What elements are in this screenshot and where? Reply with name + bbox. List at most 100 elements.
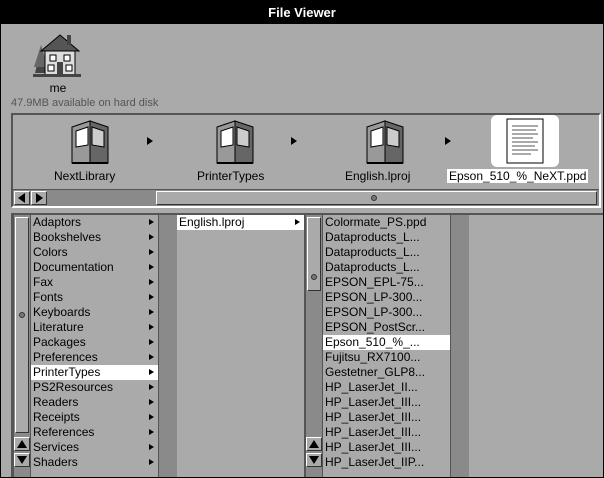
- path-arrow-icon: [445, 137, 451, 145]
- list-item[interactable]: Colormate_PS.ppd: [323, 215, 450, 230]
- shelf-scroll-knob[interactable]: [156, 191, 597, 205]
- list-item-label: PrinterTypes: [33, 365, 101, 379]
- window-title[interactable]: File Viewer: [1, 1, 603, 24]
- list-item-label: Readers: [33, 395, 79, 409]
- list-item[interactable]: Preferences: [31, 350, 158, 365]
- document-icon: [506, 118, 544, 164]
- branch-arrow-icon: [149, 399, 154, 405]
- branch-arrow-icon: [149, 429, 154, 435]
- list-item[interactable]: EPSON_EPL-75...: [323, 275, 450, 290]
- home-house-icon[interactable]: [31, 29, 83, 79]
- list-item[interactable]: HP_LaserJet_III...: [323, 440, 450, 455]
- list-item-label: Colors: [33, 245, 68, 259]
- knob-dimple-icon: [371, 195, 377, 201]
- list-item-label: References: [33, 425, 95, 439]
- list-item[interactable]: Fax: [31, 275, 158, 290]
- list-item[interactable]: Bookshelves: [31, 230, 158, 245]
- scroll-up-button[interactable]: [306, 437, 322, 451]
- list-item[interactable]: Dataproducts_L...: [323, 260, 450, 275]
- arrow-left-icon: [18, 193, 25, 203]
- list-item-label: Services: [33, 440, 80, 454]
- branch-arrow-icon: [149, 339, 154, 345]
- column-1-list: Adaptors Bookshelves Colors Documentatio…: [31, 215, 159, 477]
- list-item[interactable]: Literature: [31, 320, 158, 335]
- branch-arrow-icon: [149, 369, 154, 375]
- list-item[interactable]: Adaptors: [31, 215, 158, 230]
- list-item[interactable]: HP_LaserJet_III...: [323, 395, 450, 410]
- list-item[interactable]: Fujitsu_RX7100...: [323, 350, 450, 365]
- file-viewer-window: File Viewer me 47.9MB available on hard …: [0, 0, 604, 478]
- list-item[interactable]: EPSON_PostScr...: [323, 320, 450, 335]
- list-item[interactable]: PS2Resources: [31, 380, 158, 395]
- branch-arrow-icon: [149, 294, 154, 300]
- disk-space-info: 47.9MB available on hard disk: [11, 97, 159, 109]
- arrow-right-icon: [36, 193, 43, 203]
- arrow-up-icon: [309, 440, 319, 448]
- list-item-selected[interactable]: PrinterTypes: [31, 365, 158, 380]
- list-item[interactable]: Documentation: [31, 260, 158, 275]
- knob-dimple-icon: [311, 274, 317, 280]
- home-label: me: [49, 81, 67, 95]
- list-item[interactable]: HP_LaserJet_IIP...: [323, 455, 450, 470]
- list-item[interactable]: Dataproducts_L...: [323, 245, 450, 260]
- column-3-scroll-knob[interactable]: [307, 217, 321, 291]
- knob-dimple-icon: [19, 312, 25, 318]
- list-item[interactable]: Colors: [31, 245, 158, 260]
- column-3-scrollbar[interactable]: [305, 215, 323, 477]
- path-arrow-icon: [147, 137, 153, 145]
- list-item[interactable]: Keyboards: [31, 305, 158, 320]
- column-4-scrollbar[interactable]: [451, 215, 469, 477]
- list-item[interactable]: Packages: [31, 335, 158, 350]
- list-item-label: Packages: [33, 335, 86, 349]
- shelf-horizontal-scrollbar[interactable]: [13, 189, 599, 206]
- branch-arrow-icon: [149, 444, 154, 450]
- list-item[interactable]: References: [31, 425, 158, 440]
- folder-icon: [366, 120, 404, 164]
- list-item-label: Keyboards: [33, 305, 91, 319]
- scroll-left-button[interactable]: [14, 191, 30, 205]
- list-item-label: Preferences: [33, 350, 98, 364]
- scroll-up-button[interactable]: [14, 437, 30, 451]
- list-item[interactable]: Services: [31, 440, 158, 455]
- list-item[interactable]: Readers: [31, 395, 158, 410]
- branch-arrow-icon: [149, 324, 154, 330]
- list-item[interactable]: Receipts: [31, 410, 158, 425]
- list-item[interactable]: Dataproducts_L...: [323, 230, 450, 245]
- path-item-label: PrinterTypes: [197, 169, 265, 183]
- list-item-label: Shaders: [33, 455, 78, 469]
- branch-arrow-icon: [295, 219, 300, 225]
- list-item[interactable]: Fonts: [31, 290, 158, 305]
- list-item[interactable]: HP_LaserJet_III...: [323, 425, 450, 440]
- list-item-label: PS2Resources: [33, 380, 114, 394]
- column-3-list: Colormate_PS.ppd Dataproducts_L... Datap…: [323, 215, 451, 477]
- scroll-down-button[interactable]: [306, 453, 322, 467]
- list-item[interactable]: HP_LaserJet_III...: [323, 410, 450, 425]
- list-item-label: Bookshelves: [33, 230, 102, 244]
- scroll-down-button[interactable]: [14, 453, 30, 467]
- list-item[interactable]: HP_LaserJet_II...: [323, 380, 450, 395]
- list-item-selected[interactable]: Epson_510_%_...: [323, 335, 450, 350]
- list-item[interactable]: Gestetner_GLP8...: [323, 365, 450, 380]
- scroll-right-button[interactable]: [31, 191, 47, 205]
- arrow-down-icon: [17, 456, 27, 464]
- list-item-label: Fonts: [33, 290, 64, 304]
- list-item[interactable]: Shaders: [31, 455, 158, 470]
- branch-arrow-icon: [149, 384, 154, 390]
- path-arrow-icon: [291, 137, 297, 145]
- list-item-label: Fax: [33, 275, 54, 289]
- folder-icon: [216, 120, 254, 164]
- branch-arrow-icon: [149, 414, 154, 420]
- column-1-scroll-knob[interactable]: [15, 217, 29, 433]
- list-item-selected[interactable]: English.lproj: [177, 215, 304, 230]
- list-item[interactable]: EPSON_LP-300...: [323, 305, 450, 320]
- list-item[interactable]: EPSON_LP-300...: [323, 290, 450, 305]
- list-item-label: Documentation: [33, 260, 114, 274]
- path-item-label: Epson_510_%_NeXT.ppd: [447, 169, 589, 183]
- list-item-label: Receipts: [33, 410, 80, 424]
- arrow-up-icon: [17, 440, 27, 448]
- column-1-scrollbar[interactable]: [13, 215, 31, 477]
- column-2-scrollbar[interactable]: [159, 215, 177, 477]
- folder-icon: [71, 120, 109, 164]
- branch-arrow-icon: [149, 264, 154, 270]
- column-2-list: English.lproj: [177, 215, 305, 477]
